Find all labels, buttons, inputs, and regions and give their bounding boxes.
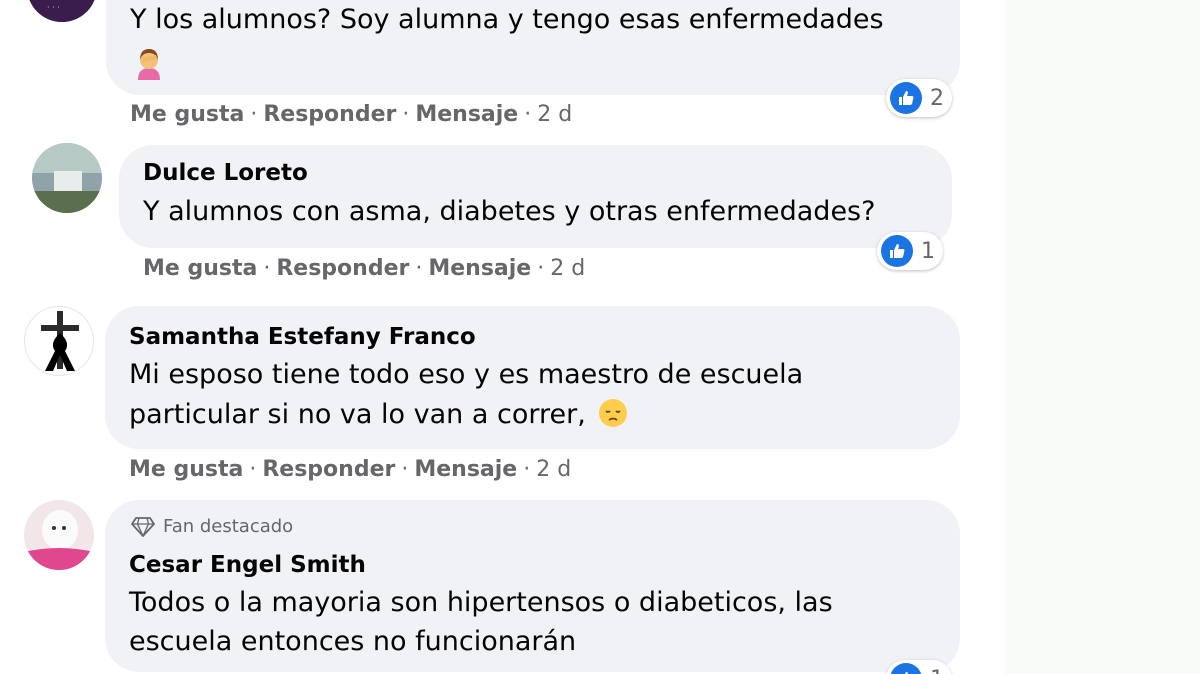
reaction-summary[interactable]: 2 xyxy=(886,79,952,117)
comment-text: Mi esposo tiene todo eso y es maestro de… xyxy=(129,359,804,390)
message-action[interactable]: Mensaje xyxy=(428,256,531,281)
background-panel xyxy=(1005,0,1200,674)
top-fan-badge: Fan destacado xyxy=(131,516,293,537)
separator: · xyxy=(524,102,532,127)
comment-actions: Me gusta · Responder · Mensaje · 2 d xyxy=(130,102,572,127)
comment-text-line: particular si no va lo van a correr, xyxy=(129,399,586,430)
like-action[interactable]: Me gusta xyxy=(130,102,244,127)
thumbs-up-icon xyxy=(881,235,913,267)
comment-text: Y alumnos con asma, diabetes y otras enf… xyxy=(143,196,876,227)
comment-author[interactable]: Samantha Estefany Franco xyxy=(129,324,476,350)
separator: · xyxy=(401,457,409,482)
reply-action[interactable]: Responder xyxy=(276,256,409,281)
like-count: 1 xyxy=(930,667,944,674)
like-count: 1 xyxy=(921,238,935,264)
timestamp[interactable]: 2 d xyxy=(536,457,571,482)
message-action[interactable]: Mensaje xyxy=(415,102,518,127)
avatar[interactable]: · · · xyxy=(27,0,97,22)
comment-actions: Me gusta · Responder · Mensaje · 2 d xyxy=(129,457,571,482)
reply-action[interactable]: Responder xyxy=(263,102,396,127)
comment-text: Y los alumnos? Soy alumna y tengo esas e… xyxy=(130,4,884,35)
comment-text: particular si no va lo van a correr, xyxy=(129,395,628,439)
diamond-icon xyxy=(131,516,155,537)
timestamp[interactable]: 2 d xyxy=(537,102,572,127)
like-action[interactable]: Me gusta xyxy=(143,256,257,281)
comment-actions: Me gusta · Responder · Mensaje · 2 d xyxy=(143,256,585,281)
separator: · xyxy=(537,256,545,281)
avatar[interactable] xyxy=(24,306,94,376)
reaction-summary[interactable]: 1 xyxy=(886,660,952,674)
woman-facepalming-emoji xyxy=(132,46,166,84)
comment-text: escuela entonces no funcionarán xyxy=(129,626,577,657)
separator: · xyxy=(415,256,423,281)
separator: · xyxy=(402,102,410,127)
avatar[interactable] xyxy=(32,143,102,213)
like-action[interactable]: Me gusta xyxy=(129,457,243,482)
like-count: 2 xyxy=(930,85,944,111)
thumbs-up-icon xyxy=(890,663,922,674)
comment-text: Todos o la mayoria son hipertensos o dia… xyxy=(129,587,833,618)
separator: · xyxy=(249,457,257,482)
separator: · xyxy=(263,256,271,281)
reaction-summary[interactable]: 1 xyxy=(877,232,943,270)
comment-author[interactable]: Cesar Engel Smith xyxy=(129,552,366,578)
separator: · xyxy=(250,102,258,127)
reply-action[interactable]: Responder xyxy=(262,457,395,482)
timestamp[interactable]: 2 d xyxy=(550,256,585,281)
svg-text:· · ·: · · · xyxy=(47,3,60,12)
message-action[interactable]: Mensaje xyxy=(414,457,517,482)
comment-author[interactable]: Dulce Loreto xyxy=(143,160,308,186)
badge-label: Fan destacado xyxy=(163,516,294,537)
pensive-face-emoji xyxy=(598,398,628,439)
avatar[interactable] xyxy=(24,500,94,570)
separator: · xyxy=(523,457,531,482)
thumbs-up-icon xyxy=(890,82,922,114)
